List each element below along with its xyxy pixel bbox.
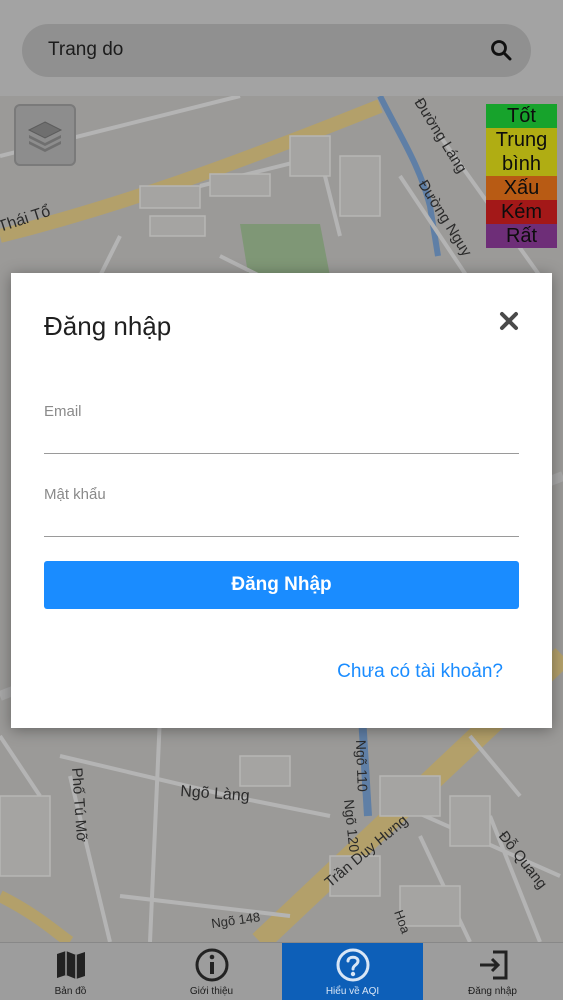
nav-item-aqi[interactable]: Hiểu về AQI (282, 943, 423, 1000)
bottom-nav: Bản đồ Giới thiệu Hiểu về AQI Đăng nhập (0, 942, 563, 1000)
password-field[interactable] (44, 506, 523, 538)
email-underline (44, 453, 519, 454)
nav-label-map: Bản đồ (54, 986, 87, 997)
nav-item-about[interactable]: Giới thiệu (141, 943, 282, 1000)
modal-title: Đăng nhập (44, 311, 172, 341)
email-field[interactable] (44, 423, 523, 455)
nav-label-aqi: Hiểu về AQI (325, 986, 380, 997)
login-modal: Đăng nhập Email Mật khẩu Đăng Nhập Chưa … (11, 273, 552, 728)
close-icon[interactable] (499, 311, 519, 331)
password-label: Mật khẩu (44, 486, 106, 503)
map-icon (56, 951, 85, 979)
nav-label-about: Giới thiệu (189, 986, 234, 997)
email-label: Email (44, 403, 82, 420)
nav-item-map[interactable]: Bản đồ (0, 943, 141, 1000)
app-screen: Thái Tổ Đường Láng Đường Nguy Ngõ Làng P… (0, 0, 563, 1000)
password-underline (44, 536, 519, 537)
help-icon (336, 948, 369, 982)
login-icon (479, 950, 507, 980)
nav-label-login: Đăng nhập (468, 986, 517, 997)
register-link[interactable]: Chưa có tài khoản? (337, 661, 503, 683)
info-icon (195, 948, 228, 982)
login-submit-button[interactable]: Đăng Nhập (44, 561, 519, 609)
nav-item-login[interactable]: Đăng nhập (422, 943, 563, 1000)
